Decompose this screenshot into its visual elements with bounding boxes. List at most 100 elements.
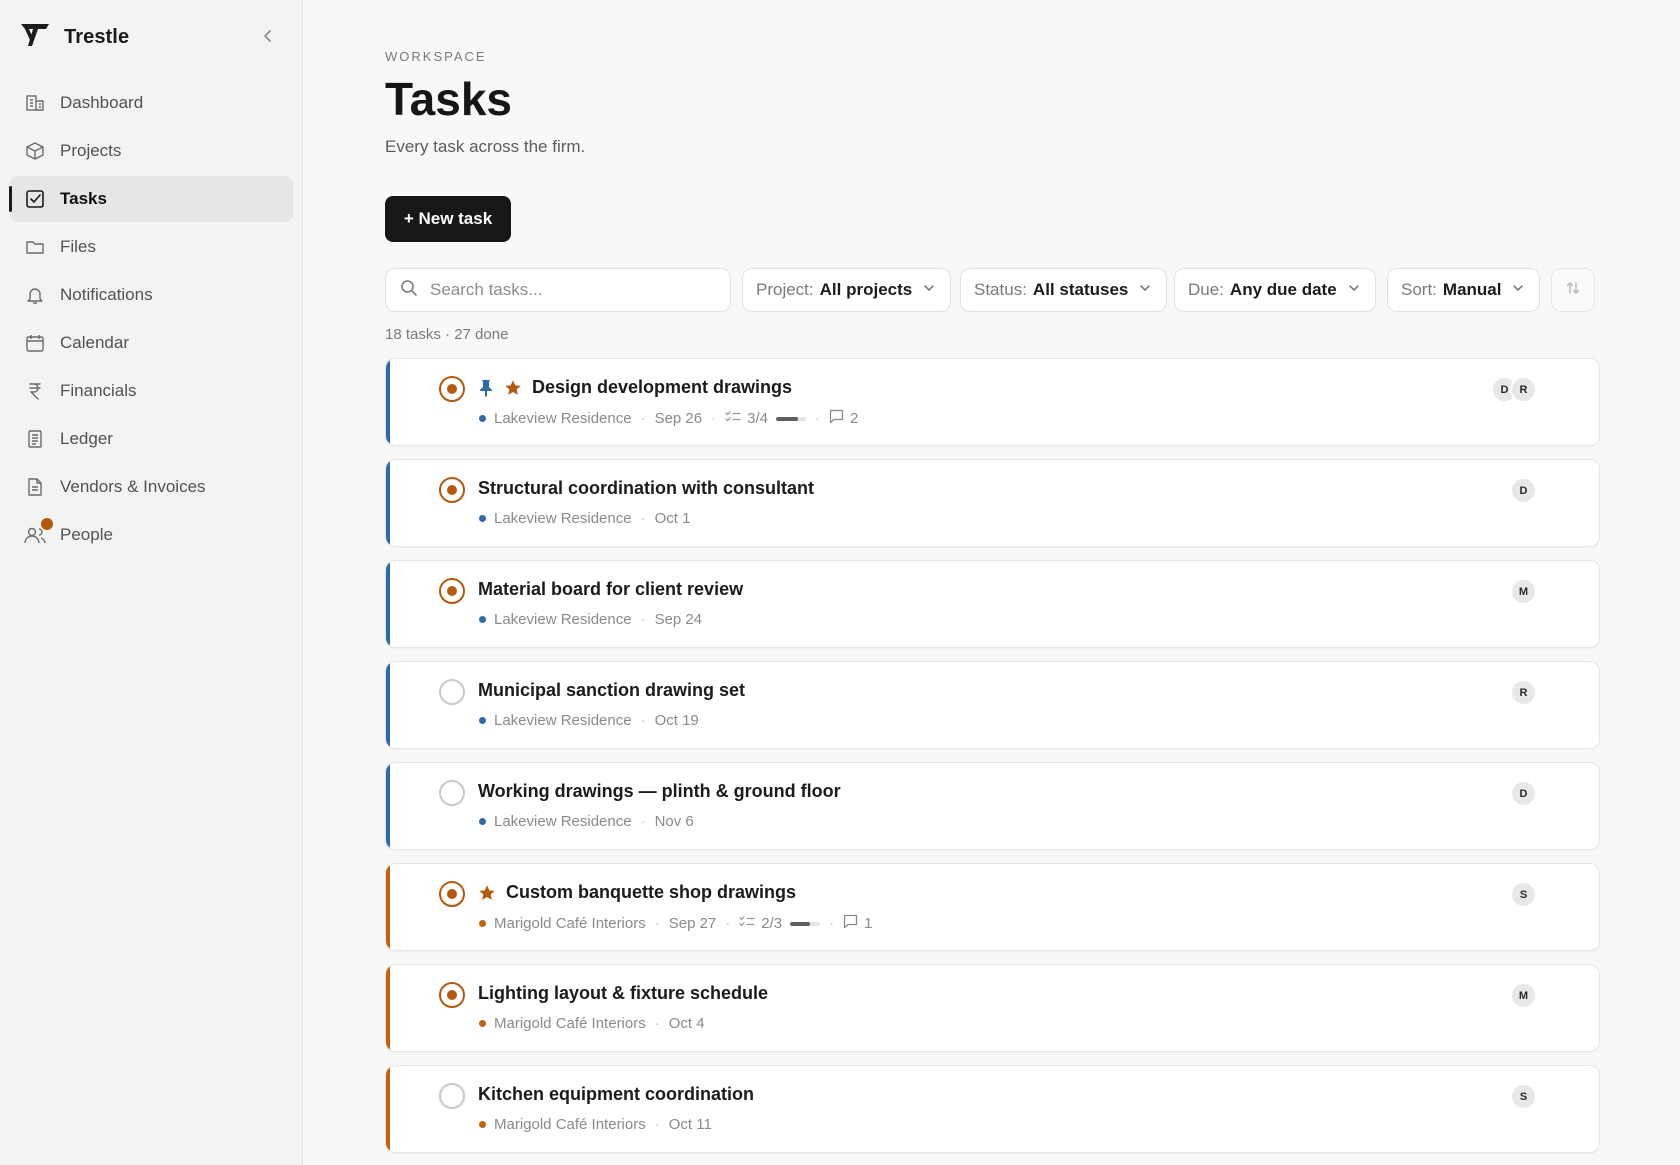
brand[interactable]: Trestle — [20, 22, 129, 53]
task-status-toggle[interactable] — [439, 477, 465, 503]
dashboard-icon — [24, 92, 46, 114]
task-row[interactable]: Material board for client review Lakeview… — [385, 560, 1600, 648]
due-filter-select[interactable]: Due: Any due date — [1174, 268, 1376, 312]
task-status-toggle[interactable] — [439, 578, 465, 604]
task-status-toggle[interactable] — [439, 1083, 465, 1109]
task-title[interactable]: Working drawings — plinth & ground floor — [478, 781, 841, 802]
task-project[interactable]: Lakeview Residence — [494, 611, 632, 628]
project-dot — [479, 1121, 486, 1128]
page-eyebrow: WORKSPACE — [385, 49, 487, 64]
task-row[interactable]: Structural coordination with consultant L… — [385, 459, 1600, 547]
sidebar-item-notifications[interactable]: Notifications — [10, 272, 293, 318]
bell-icon — [24, 284, 46, 306]
task-project[interactable]: Lakeview Residence — [494, 813, 632, 830]
task-project[interactable]: Marigold Café Interiors — [494, 915, 646, 932]
comment-icon — [829, 409, 844, 428]
task-title[interactable]: Material board for client review — [478, 579, 743, 600]
sidebar-item-ledger[interactable]: Ledger — [10, 416, 293, 462]
task-title-row: Municipal sanction drawing set — [478, 680, 745, 701]
task-row[interactable]: Working drawings — plinth & ground floor… — [385, 762, 1600, 850]
task-title[interactable]: Lighting layout & fixture schedule — [478, 983, 768, 1004]
sidebar-item-projects[interactable]: Projects — [10, 128, 293, 174]
search-box[interactable] — [385, 268, 731, 312]
task-row[interactable]: Lighting layout & fixture schedule Marigo… — [385, 964, 1600, 1052]
assignee-avatars: S — [1510, 881, 1537, 908]
task-row[interactable]: Design development drawings Lakeview Resi… — [385, 358, 1600, 446]
task-meta: Marigold Café Interiors · Oct 4 — [479, 1015, 705, 1032]
status-filter-select[interactable]: Status: All statuses — [960, 268, 1168, 312]
subtask-progress-bar — [790, 921, 821, 926]
project-dot — [479, 515, 486, 522]
task-row[interactable]: Custom banquette shop drawings Marigold C… — [385, 863, 1600, 951]
meta-separator: · — [711, 410, 717, 427]
sidebar-item-people[interactable]: People — [10, 512, 293, 558]
avatar[interactable]: S — [1510, 1083, 1537, 1110]
project-color-stripe — [386, 359, 390, 445]
notification-dot-badge — [41, 518, 53, 530]
comment-count[interactable]: 1 — [843, 914, 872, 933]
task-status-toggle[interactable] — [439, 376, 465, 402]
task-meta: Marigold Café Interiors · Sep 27 · 2/3 · 1 — [479, 914, 872, 933]
task-title-row: Material board for client review — [478, 579, 743, 600]
meta-separator: · — [640, 813, 646, 830]
assignee-avatars: S — [1510, 1083, 1537, 1110]
task-project[interactable]: Lakeview Residence — [494, 410, 632, 427]
sort-select[interactable]: Sort: Manual — [1387, 268, 1541, 312]
assignee-avatars: M — [1510, 982, 1537, 1009]
project-dot — [479, 717, 486, 724]
task-row[interactable]: Municipal sanction drawing set Lakeview R… — [385, 661, 1600, 749]
sort-direction-button[interactable] — [1551, 268, 1595, 312]
sidebar-item-dashboard[interactable]: Dashboard — [10, 80, 293, 126]
sidebar-item-label: Vendors & Invoices — [60, 477, 206, 496]
task-due-date: Oct 11 — [668, 1116, 712, 1133]
sidebar-item-tasks[interactable]: Tasks — [9, 176, 293, 222]
checkbox-icon — [24, 188, 46, 210]
task-status-toggle[interactable] — [439, 679, 465, 705]
subtask-count: 3/4 — [725, 410, 768, 428]
project-dot — [479, 818, 486, 825]
project-dot — [479, 616, 486, 623]
task-project[interactable]: Marigold Café Interiors — [494, 1015, 646, 1032]
avatar[interactable]: R — [1510, 679, 1537, 706]
filter-bar: Project: All projects Status: All status… — [385, 268, 1600, 312]
avatar[interactable]: M — [1510, 578, 1537, 605]
task-project[interactable]: Lakeview Residence — [494, 510, 632, 527]
task-title[interactable]: Custom banquette shop drawings — [506, 882, 796, 903]
avatar[interactable]: S — [1510, 881, 1537, 908]
avatar[interactable]: D — [1510, 780, 1537, 807]
due-filter-value: Any due date — [1229, 280, 1337, 299]
task-title[interactable]: Structural coordination with consultant — [478, 478, 814, 499]
project-filter-select[interactable]: Project: All projects — [742, 268, 952, 312]
task-project[interactable]: Lakeview Residence — [494, 712, 632, 729]
due-filter-label: Due: — [1188, 280, 1224, 299]
checklist-icon — [739, 915, 755, 933]
sidebar-item-calendar[interactable]: Calendar — [10, 320, 293, 366]
collapse-sidebar-icon[interactable] — [258, 26, 278, 46]
project-color-stripe — [386, 662, 390, 748]
task-status-toggle[interactable] — [439, 982, 465, 1008]
new-task-button[interactable]: + New task — [385, 196, 511, 242]
task-due-date: Sep 27 — [668, 915, 717, 932]
comment-count[interactable]: 2 — [829, 409, 858, 428]
sidebar-item-financials[interactable]: Financials — [10, 368, 293, 414]
sidebar-item-files[interactable]: Files — [10, 224, 293, 270]
comment-count-value: 2 — [849, 410, 859, 427]
task-row[interactable]: Kitchen equipment coordination Marigold C… — [385, 1065, 1600, 1153]
comment-count-value: 1 — [864, 915, 873, 932]
sidebar-item-vendors-invoices[interactable]: Vendors & Invoices — [10, 464, 293, 510]
task-list: Design development drawings Lakeview Resi… — [385, 358, 1600, 1165]
project-color-stripe — [386, 763, 390, 849]
task-project[interactable]: Marigold Café Interiors — [494, 1116, 646, 1133]
chevron-down-icon — [1347, 280, 1361, 300]
avatar[interactable]: M — [1510, 982, 1537, 1009]
meta-separator: · — [814, 410, 820, 427]
task-title[interactable]: Kitchen equipment coordination — [478, 1084, 754, 1105]
star-icon — [478, 884, 496, 902]
task-title[interactable]: Design development drawings — [532, 377, 792, 398]
avatar[interactable]: R — [1510, 376, 1537, 403]
task-status-toggle[interactable] — [439, 881, 465, 907]
task-title[interactable]: Municipal sanction drawing set — [478, 680, 745, 701]
search-input[interactable] — [430, 280, 710, 300]
task-status-toggle[interactable] — [439, 780, 465, 806]
avatar[interactable]: D — [1510, 477, 1537, 504]
